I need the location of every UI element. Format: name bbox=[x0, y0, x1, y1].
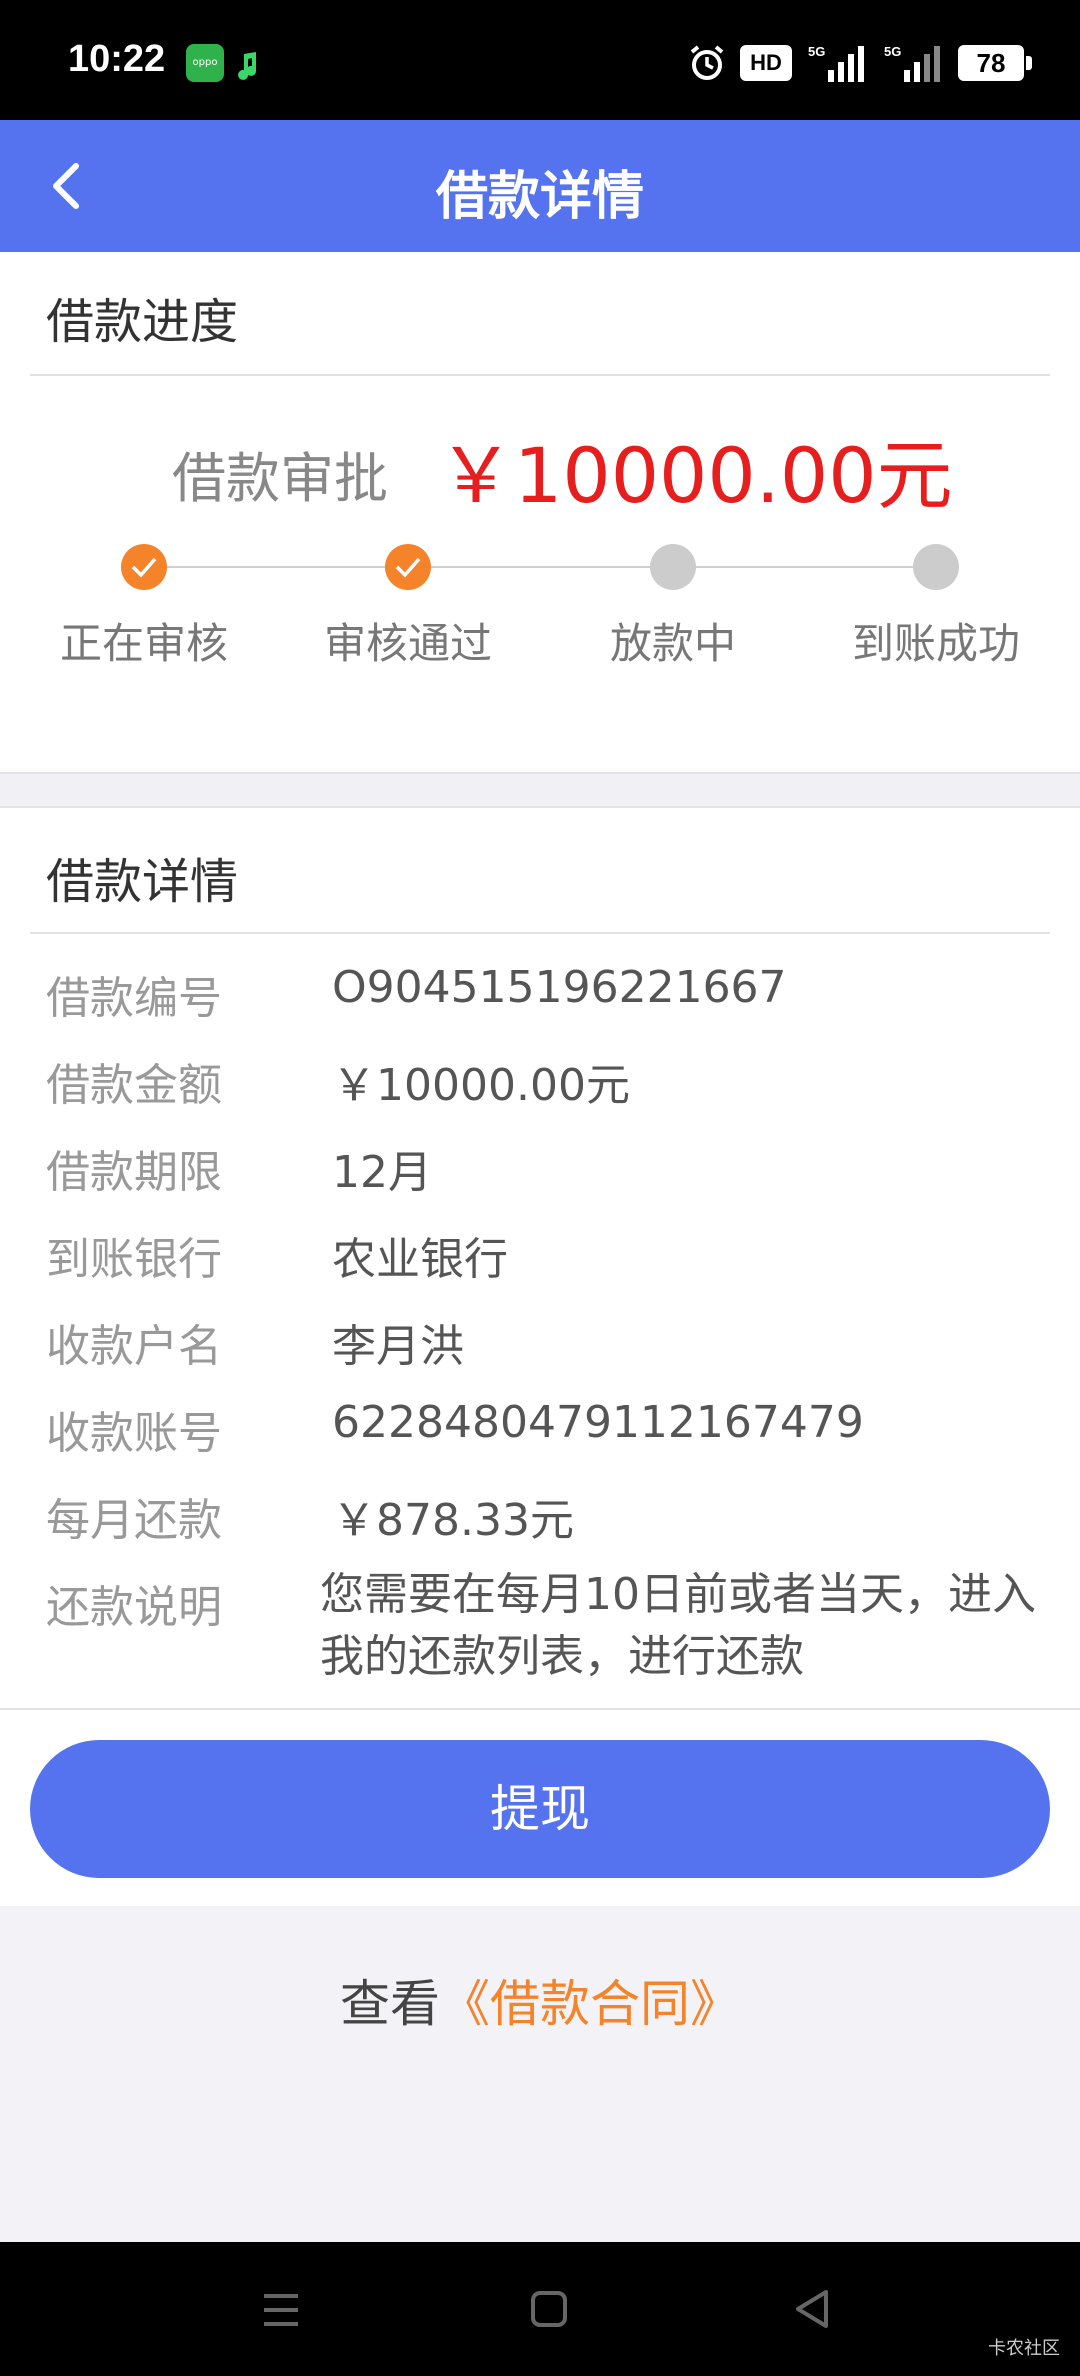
approval-label: 借款审批 bbox=[172, 447, 388, 510]
step-3-dot bbox=[650, 544, 696, 590]
alarm-icon bbox=[690, 45, 724, 80]
row-value-loan-id: O904515196221667 bbox=[332, 962, 787, 1013]
button-area: 提现 bbox=[0, 1710, 1080, 1906]
watermark: 卡农社区 bbox=[988, 2338, 1060, 2359]
row-value-account-number: 6228480479112167479 bbox=[332, 1397, 864, 1448]
signal-5g-icon-2: 5G bbox=[884, 44, 940, 82]
divider bbox=[30, 932, 1050, 934]
battery-icon: 78 bbox=[958, 45, 1032, 81]
divider bbox=[30, 374, 1050, 376]
row-value-term: 12月 bbox=[332, 1147, 432, 1198]
svg-text:5G: 5G bbox=[884, 44, 901, 59]
row-value-repayment-note: 您需要在每月10日前或者当天，进入我的还款列表，进行还款 bbox=[320, 1569, 1036, 1682]
loan-details-card: 借款详情 借款编号 O904515196221667 借款金额 ￥10000.0… bbox=[0, 808, 1080, 1710]
row-value-monthly-payment: ￥878.33元 bbox=[332, 1495, 574, 1546]
withdraw-button[interactable]: 提现 bbox=[30, 1740, 1050, 1878]
row-value-amount: ￥10000.00元 bbox=[332, 1060, 630, 1111]
row-label-bank: 到账银行 bbox=[46, 1234, 222, 1285]
step-4-label: 到账成功 bbox=[851, 619, 1020, 668]
status-time: 10:22 bbox=[68, 38, 166, 80]
music-app-icon bbox=[238, 52, 257, 80]
back-nav-icon[interactable] bbox=[792, 2288, 832, 2330]
details-section-title: 借款详情 bbox=[46, 854, 239, 910]
step-1-label: 正在审核 bbox=[59, 619, 228, 668]
page-title: 借款详情 bbox=[435, 167, 644, 227]
home-icon[interactable] bbox=[530, 2290, 568, 2328]
signal-5g-icon: 5G bbox=[808, 44, 864, 82]
step-4-dot bbox=[913, 544, 959, 590]
progress-line bbox=[144, 566, 936, 568]
svg-text:5G: 5G bbox=[808, 44, 825, 59]
contract-prefix: 查看 bbox=[340, 1975, 440, 2033]
row-label-repayment-note: 还款说明 bbox=[46, 1582, 222, 1633]
app-header: 借款详情 bbox=[0, 120, 1080, 252]
row-label-term: 借款期限 bbox=[46, 1147, 222, 1198]
step-3-label: 放款中 bbox=[609, 619, 736, 668]
contract-row: 查看《借款合同》 bbox=[0, 1964, 1080, 2036]
hd-icon: HD bbox=[740, 45, 792, 81]
oppo-app-icon: oppo bbox=[186, 44, 224, 82]
row-label-account-name: 收款户名 bbox=[46, 1321, 222, 1372]
step-2-check-icon bbox=[385, 544, 431, 590]
row-value-bank: 农业银行 bbox=[332, 1234, 508, 1285]
system-nav-bar: 卡农社区 bbox=[0, 2242, 1080, 2376]
row-label-loan-id: 借款编号 bbox=[46, 973, 222, 1024]
progress-section-title: 借款进度 bbox=[46, 294, 239, 350]
row-label-monthly-payment: 每月还款 bbox=[46, 1495, 222, 1546]
step-1-check-icon bbox=[121, 544, 167, 590]
step-2-label: 审核通过 bbox=[323, 619, 492, 668]
row-label-amount: 借款金额 bbox=[46, 1060, 222, 1111]
menu-icon[interactable] bbox=[262, 2292, 300, 2328]
contract-link[interactable]: 《借款合同》 bbox=[440, 1975, 740, 2033]
row-label-account-number: 收款账号 bbox=[46, 1408, 222, 1459]
approval-amount: ￥10000.00元 bbox=[438, 431, 953, 520]
row-value-account-name: 李月洪 bbox=[332, 1321, 464, 1372]
section-separator bbox=[0, 772, 1080, 808]
loan-progress-card: 借款进度 借款审批 ￥10000.00元 正在审核 审核通过 放款中 到账成功 bbox=[0, 252, 1080, 772]
status-bar: 10:22 oppo HD 5G 5G 78 bbox=[0, 0, 1080, 120]
